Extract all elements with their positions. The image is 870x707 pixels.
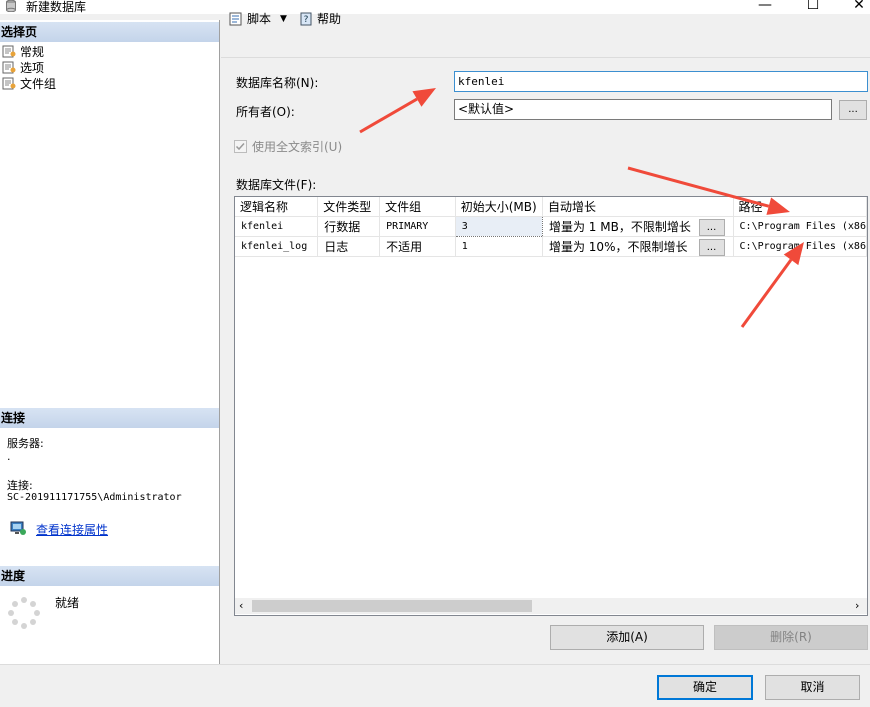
chevron-right-icon[interactable]: › bbox=[855, 599, 859, 612]
view-connection-properties-link[interactable]: 查看连接属性 bbox=[36, 521, 108, 538]
col-logical-name[interactable]: 逻辑名称 bbox=[235, 197, 319, 217]
maximize-button[interactable]: ☐ bbox=[790, 0, 836, 14]
cell-initial-size[interactable]: 1 bbox=[455, 236, 543, 257]
cell-filegroup[interactable]: PRIMARY bbox=[379, 216, 456, 237]
script-button[interactable]: 脚本 ▼ bbox=[228, 8, 287, 30]
chevron-down-icon[interactable]: ▼ bbox=[280, 8, 287, 30]
server-value: . bbox=[7, 450, 11, 463]
nav-item-filegroups[interactable]: 文件组 bbox=[2, 76, 56, 92]
connection-value: SC-201911171755\Administrator bbox=[7, 492, 182, 503]
checkbox-checked-icon bbox=[234, 140, 247, 153]
svg-text:?: ? bbox=[304, 15, 309, 25]
grid-header-row: 逻辑名称 文件类型 文件组 初始大小(MB) 自动增长 路径 bbox=[235, 197, 867, 217]
title-bar: 新建数据库 — ☐ ✕ bbox=[0, 0, 870, 14]
cell-logical-name[interactable]: kfenlei bbox=[235, 216, 319, 237]
script-label: 脚本 bbox=[247, 12, 272, 26]
scrollbar-thumb[interactable] bbox=[252, 600, 532, 612]
db-name-label: 数据库名称(N): bbox=[236, 76, 319, 90]
nav-item-general[interactable]: 常规 bbox=[2, 44, 44, 60]
nav-item-options[interactable]: 选项 bbox=[2, 60, 44, 76]
autogrowth-edit-button[interactable]: ... bbox=[698, 238, 725, 255]
col-file-type[interactable]: 文件类型 bbox=[317, 197, 381, 217]
nav-item-label: 常规 bbox=[20, 45, 45, 59]
cancel-button[interactable]: 取消 bbox=[765, 675, 860, 700]
db-files-label: 数据库文件(F): bbox=[236, 178, 317, 192]
page-settings-icon bbox=[2, 61, 16, 74]
table-row[interactable]: kfenlei 行数据 PRIMARY 3 增量为 1 MB，不限制增长 ...… bbox=[235, 215, 867, 237]
window-title: 新建数据库 bbox=[26, 0, 87, 14]
autogrowth-text: 增量为 10%，不限制增长 bbox=[548, 239, 688, 254]
page-settings-icon bbox=[2, 77, 16, 90]
progress-header: 进度 bbox=[0, 566, 219, 586]
cell-path[interactable]: C:\Program Files (x86 bbox=[733, 216, 867, 237]
page-settings-icon bbox=[2, 45, 16, 58]
select-page-header: 选择页 bbox=[0, 22, 219, 42]
autogrowth-text: 增量为 1 MB，不限制增长 bbox=[548, 219, 691, 234]
script-icon bbox=[229, 12, 242, 26]
chevron-left-icon[interactable]: ‹ bbox=[239, 599, 243, 612]
nav-item-label: 文件组 bbox=[20, 77, 57, 91]
progress-status: 就绪 bbox=[55, 596, 80, 610]
cell-file-type[interactable]: 日志 bbox=[317, 236, 381, 257]
owner-browse-button[interactable]: ... bbox=[839, 100, 867, 120]
grid-horizontal-scrollbar[interactable]: ‹ › bbox=[235, 598, 867, 614]
autogrowth-edit-button[interactable]: ... bbox=[698, 218, 725, 235]
help-button[interactable]: ? 帮助 bbox=[298, 8, 341, 30]
col-initial-size[interactable]: 初始大小(MB) bbox=[455, 197, 543, 217]
table-row[interactable]: kfenlei_log 日志 不适用 1 增量为 10%，不限制增长 ... C… bbox=[235, 236, 867, 257]
server-label: 服务器: bbox=[7, 437, 44, 450]
owner-label: 所有者(O): bbox=[236, 105, 295, 119]
cell-initial-size[interactable]: 3 bbox=[454, 215, 543, 237]
progress-spinner-icon bbox=[8, 597, 40, 629]
owner-input[interactable]: <默认值> bbox=[454, 99, 832, 120]
help-label: 帮助 bbox=[317, 12, 342, 26]
help-icon: ? bbox=[300, 12, 312, 26]
fulltext-label: 使用全文索引(U) bbox=[252, 140, 343, 154]
fulltext-checkbox[interactable]: 使用全文索引(U) bbox=[234, 138, 342, 155]
connection-header: 连接 bbox=[0, 408, 219, 428]
cell-file-type[interactable]: 行数据 bbox=[317, 216, 381, 237]
cell-autogrowth[interactable]: 增量为 10%，不限制增长 ... bbox=[542, 236, 734, 257]
minimize-button[interactable]: — bbox=[742, 0, 788, 14]
col-filegroup[interactable]: 文件组 bbox=[379, 197, 456, 217]
col-autogrowth[interactable]: 自动增长 bbox=[542, 197, 734, 217]
cell-filegroup[interactable]: 不适用 bbox=[379, 236, 456, 257]
server-connection-icon bbox=[10, 521, 26, 535]
annotation-arrow-db-name-shaft bbox=[359, 97, 418, 134]
remove-button[interactable]: 删除(R) bbox=[714, 625, 868, 650]
ok-button[interactable]: 确定 bbox=[657, 675, 753, 700]
col-path[interactable]: 路径 bbox=[733, 197, 867, 217]
db-files-grid[interactable]: 逻辑名称 文件类型 文件组 初始大小(MB) 自动增长 路径 kfenlei 行… bbox=[234, 196, 868, 616]
nav-item-label: 选项 bbox=[20, 61, 45, 75]
add-button[interactable]: 添加(A) bbox=[550, 625, 704, 650]
database-icon bbox=[6, 0, 16, 12]
cell-logical-name[interactable]: kfenlei_log bbox=[235, 236, 319, 257]
cell-autogrowth[interactable]: 增量为 1 MB，不限制增长 ... bbox=[542, 216, 734, 237]
annotation-arrow-db-name-head bbox=[412, 88, 436, 107]
cell-path[interactable]: C:\Program Files (x86 bbox=[733, 236, 867, 257]
db-name-input[interactable]: kfenlei bbox=[454, 71, 868, 92]
close-button[interactable]: ✕ bbox=[836, 0, 870, 14]
